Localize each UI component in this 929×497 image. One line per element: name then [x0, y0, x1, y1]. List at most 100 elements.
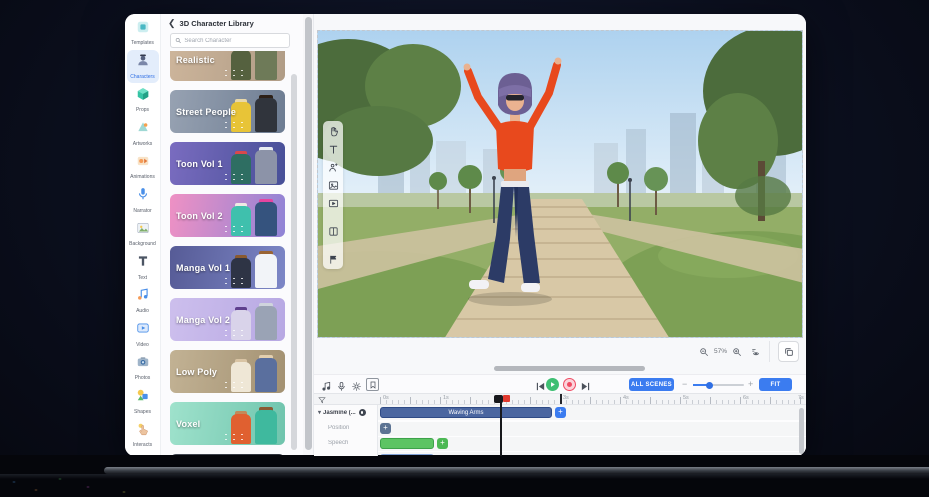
- timeline-marker[interactable]: [560, 394, 562, 404]
- skip-end-icon[interactable]: [580, 379, 591, 390]
- fit-button[interactable]: FIT: [759, 378, 792, 391]
- text-tool-icon[interactable]: [326, 144, 340, 155]
- sidebar-item-video[interactable]: Video: [127, 318, 159, 352]
- window-scrollbar-thumb[interactable]: [305, 17, 312, 450]
- sidebar-item-templates[interactable]: Templates: [127, 16, 159, 50]
- sidebar-item-photos[interactable]: Photos: [127, 351, 159, 385]
- card-manga-vol-1[interactable]: Manga Vol 1: [170, 246, 285, 289]
- sidebar-item-audio[interactable]: Audio: [127, 284, 159, 318]
- templates-icon: [136, 20, 150, 39]
- track-position[interactable]: Position: [314, 420, 377, 435]
- card-manga-vol-2[interactable]: Manga Vol 2: [170, 298, 285, 341]
- timeline-track-labels: ▾ Jasmine (... Position Speech ◫ Camera: [314, 405, 378, 456]
- card-title: Street People: [176, 107, 236, 117]
- plus-decoration: [222, 120, 246, 130]
- bookmark-icon[interactable]: [366, 378, 379, 391]
- sidebar-item-text[interactable]: Text: [127, 251, 159, 285]
- laptop-base-edge: [104, 467, 929, 474]
- video-tool-icon[interactable]: [326, 198, 340, 209]
- plus-decoration: [222, 328, 246, 338]
- image-tool-icon[interactable]: [326, 180, 340, 191]
- canvas-horizontal-scrollbar[interactable]: [494, 366, 645, 371]
- play-button[interactable]: [546, 378, 559, 391]
- timeline-zoom-slider[interactable]: [693, 384, 744, 386]
- character-library-panel: ❮ 3D Character Library Realistic Street …: [161, 14, 303, 456]
- video-icon: [136, 321, 150, 340]
- sidebar-label: Props: [136, 107, 149, 113]
- effects-icon[interactable]: [351, 379, 362, 390]
- interacts-icon: [136, 422, 150, 441]
- sidebar-item-props[interactable]: Props: [127, 83, 159, 117]
- card-low-poly[interactable]: Low Poly: [170, 350, 285, 393]
- plus-decoration: [222, 172, 246, 182]
- sidebar-item-characters[interactable]: Characters: [127, 50, 159, 84]
- sidebar-item-background[interactable]: Background: [127, 217, 159, 251]
- sidebar: Templates Characters Props Artworks Anim…: [125, 14, 161, 456]
- timeline-scrollbar[interactable]: [799, 408, 804, 454]
- track-options-icon[interactable]: [359, 409, 366, 416]
- mic-icon[interactable]: [336, 379, 347, 390]
- plus-decoration: [222, 380, 246, 390]
- ruler-label: 4s: [623, 395, 629, 401]
- ruler-label: 6s: [743, 395, 749, 401]
- duplicate-scene-button[interactable]: [778, 341, 799, 362]
- playhead-line: [500, 396, 502, 456]
- artworks-icon: [136, 120, 150, 139]
- sidebar-label: Video: [136, 342, 149, 348]
- sidebar-item-animations[interactable]: Animations: [127, 150, 159, 184]
- sidebar-label: Interacts: [133, 442, 152, 448]
- add-speech-button[interactable]: +: [437, 438, 448, 449]
- music-icon[interactable]: [321, 379, 332, 390]
- card-toon-vol-2[interactable]: Toon Vol 2: [170, 194, 285, 237]
- card-voxel[interactable]: Voxel: [170, 402, 285, 445]
- sidebar-item-narrator[interactable]: Narrator: [127, 184, 159, 218]
- sidebar-item-shapes[interactable]: Shapes: [127, 385, 159, 419]
- add-animation-button[interactable]: +: [555, 407, 566, 418]
- search-input[interactable]: [184, 38, 285, 44]
- skip-start-icon[interactable]: [535, 379, 546, 390]
- sidebar-label: Text: [138, 275, 147, 281]
- playback-bar: ALL SCENES − + FIT: [314, 374, 806, 393]
- sidebar-item-artworks[interactable]: Artworks: [127, 117, 159, 151]
- track-jasmine[interactable]: ▾ Jasmine (...: [314, 405, 377, 420]
- back-icon[interactable]: ❮: [168, 18, 176, 29]
- track-speech[interactable]: Speech: [314, 436, 377, 451]
- plus-decoration: [222, 224, 246, 234]
- sidebar-label: Templates: [131, 40, 154, 46]
- zoom-controls: 57%: [699, 341, 770, 362]
- playhead-handle[interactable]: [494, 395, 503, 403]
- sidebar-label: Narrator: [133, 208, 151, 214]
- zoom-level: 57%: [714, 348, 727, 355]
- zoom-out-icon[interactable]: [699, 347, 709, 357]
- ruler-label: 7s: [798, 395, 804, 401]
- slider-handle[interactable]: [706, 382, 713, 389]
- track-camera[interactable]: ◫ Camera: [314, 451, 377, 456]
- add-position-button[interactable]: +: [380, 423, 391, 434]
- filter-icon[interactable]: [318, 396, 326, 404]
- card-street-people[interactable]: Street People: [170, 90, 285, 133]
- chevron-down-icon[interactable]: ▾: [318, 409, 321, 416]
- clip-speech[interactable]: [380, 438, 434, 449]
- canvas-scene[interactable]: [317, 30, 803, 338]
- ruler-label: 3s: [563, 395, 569, 401]
- character-tool-icon[interactable]: [326, 162, 340, 173]
- ruler-label: 0s: [383, 395, 389, 401]
- storyboard-tool-icon[interactable]: [326, 226, 340, 237]
- record-button[interactable]: [563, 378, 576, 391]
- card-toon-vol-1[interactable]: Toon Vol 1: [170, 142, 285, 185]
- canvas-toolbar: [323, 121, 343, 269]
- search-box[interactable]: [170, 33, 290, 48]
- window-scrollbar-track: [303, 14, 313, 456]
- hide-ui-icon[interactable]: [751, 347, 761, 357]
- all-scenes-button[interactable]: ALL SCENES: [629, 378, 674, 391]
- camera-track-icon: ◫: [318, 455, 324, 456]
- sidebar-item-interacts[interactable]: Interacts: [127, 418, 159, 452]
- timeline-zoom-in[interactable]: +: [748, 379, 753, 389]
- card-realistic[interactable]: Realistic: [170, 51, 285, 81]
- clip-waving-arms[interactable]: Waving Arms: [380, 407, 552, 418]
- timeline-zoom-out[interactable]: −: [682, 379, 687, 389]
- panel-scrollbar[interactable]: [291, 74, 297, 450]
- zoom-in-icon[interactable]: [732, 347, 742, 357]
- hand-tool-icon[interactable]: [326, 126, 340, 137]
- flag-tool-icon[interactable]: [326, 254, 340, 265]
